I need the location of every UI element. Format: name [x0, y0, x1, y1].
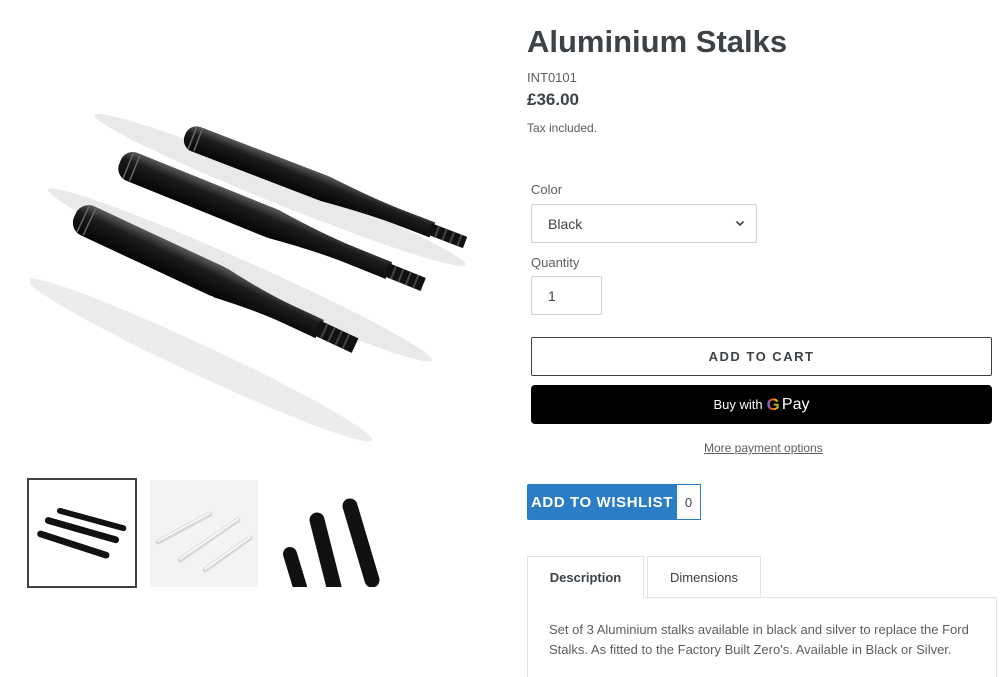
color-label: Color	[531, 182, 563, 197]
google-g-icon: G	[766, 394, 780, 414]
tab-description[interactable]: Description	[527, 556, 644, 598]
gpay-pay-label: Pay	[781, 395, 810, 413]
product-title: Aluminium Stalks	[527, 24, 788, 59]
wishlist-widget: ADD TO WISHLIST 0	[527, 484, 701, 520]
add-to-cart-button[interactable]: ADD TO CART	[531, 337, 992, 376]
tax-note: Tax included.	[527, 121, 598, 135]
product-price: £36.00	[527, 90, 579, 109]
quantity-input[interactable]	[531, 276, 602, 315]
chevron-down-icon	[735, 220, 745, 227]
thumbnail-black-stalks-closeup[interactable]	[272, 480, 380, 587]
buy-with-google-pay-button[interactable]: Buy with G Pay	[531, 385, 992, 424]
color-select[interactable]: Black	[531, 204, 757, 243]
color-select-value: Black	[548, 216, 583, 232]
product-main-image[interactable]	[27, 80, 490, 460]
tab-dimensions[interactable]: Dimensions	[647, 556, 761, 598]
product-sku: INT0101	[527, 70, 577, 85]
quantity-label: Quantity	[531, 255, 580, 270]
description-panel: Set of 3 Aluminium stalks available in b…	[527, 597, 997, 677]
more-payment-options-link[interactable]: More payment options	[704, 441, 823, 455]
product-description: Set of 3 Aluminium stalks available in b…	[549, 622, 969, 657]
thumbnail-silver-stalks[interactable]	[150, 480, 258, 587]
thumbnail-black-stalks[interactable]	[27, 478, 137, 588]
wishlist-count: 0	[677, 484, 701, 520]
add-to-wishlist-button[interactable]: ADD TO WISHLIST	[527, 484, 677, 520]
gpay-buy-with-label: Buy with	[713, 397, 763, 412]
